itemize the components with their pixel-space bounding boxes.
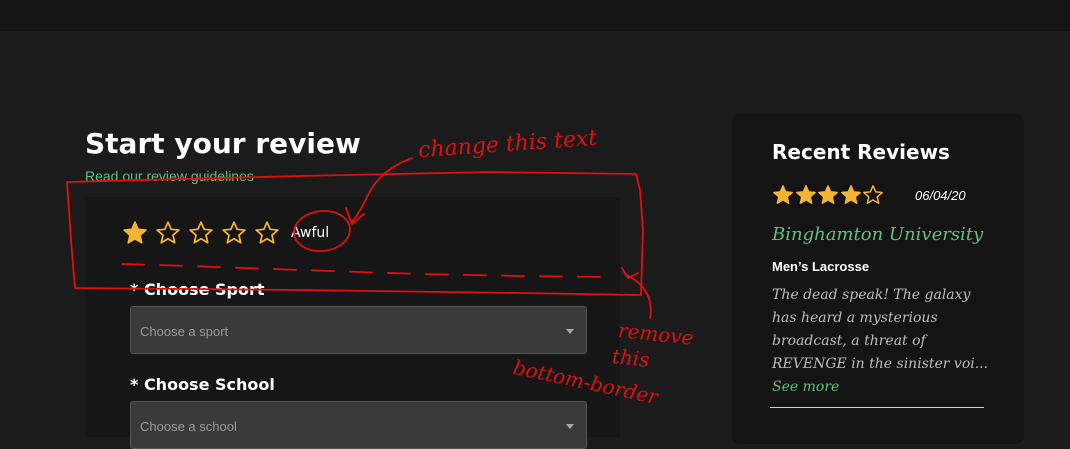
review-guidelines-link[interactable]: Read our review guidelines: [85, 168, 254, 184]
star-outline-icon[interactable]: [188, 220, 214, 246]
star-outline-icon: [863, 185, 883, 204]
top-navigation-bar: [0, 0, 1070, 31]
chevron-down-icon: [566, 329, 574, 334]
recent-reviews-divider: [770, 407, 984, 408]
review-page-title: Start your review: [85, 127, 361, 160]
recent-review-date: 06/04/20: [915, 188, 966, 203]
star-filled-icon: [795, 185, 816, 204]
star-filled-icon: [773, 185, 793, 204]
school-select-placeholder: Choose a school: [140, 419, 237, 434]
recent-review-sport: Men’s Lacrosse: [772, 259, 870, 274]
rating-label: Awful: [291, 225, 330, 241]
chevron-down-icon: [566, 424, 574, 429]
recent-reviews-title: Recent Reviews: [772, 140, 950, 164]
star-outline-icon[interactable]: [254, 220, 280, 246]
choose-sport-label: * Choose Sport: [130, 280, 265, 299]
annotation-note-this: this: [610, 344, 651, 372]
recent-review-text: The dead speak! The galaxy has heard a m…: [772, 287, 989, 372]
star-outline-icon[interactable]: [155, 220, 181, 246]
sport-select-placeholder: Choose a sport: [140, 324, 229, 339]
star-outline-icon[interactable]: [221, 220, 247, 246]
recent-review-school[interactable]: Binghamton University: [772, 224, 983, 245]
recent-review-stars: [772, 184, 885, 206]
star-filled-icon: [840, 185, 861, 204]
annotation-arrowhead-2: [621, 267, 639, 279]
rating-stars: Awful: [122, 220, 329, 246]
star-filled-icon[interactable]: [122, 220, 148, 246]
star-filled-icon: [818, 185, 838, 204]
choose-school-label: * Choose School: [130, 375, 275, 394]
annotation-note-change-text: change this text: [417, 125, 598, 164]
recent-review-excerpt: The dead speak! The galaxy has heard a m…: [772, 284, 992, 399]
annotation-arrow-to-border: [626, 274, 652, 319]
see-more-link[interactable]: See more: [772, 379, 839, 395]
school-select[interactable]: Choose a school: [130, 401, 587, 449]
sport-select[interactable]: Choose a sport: [130, 306, 587, 354]
